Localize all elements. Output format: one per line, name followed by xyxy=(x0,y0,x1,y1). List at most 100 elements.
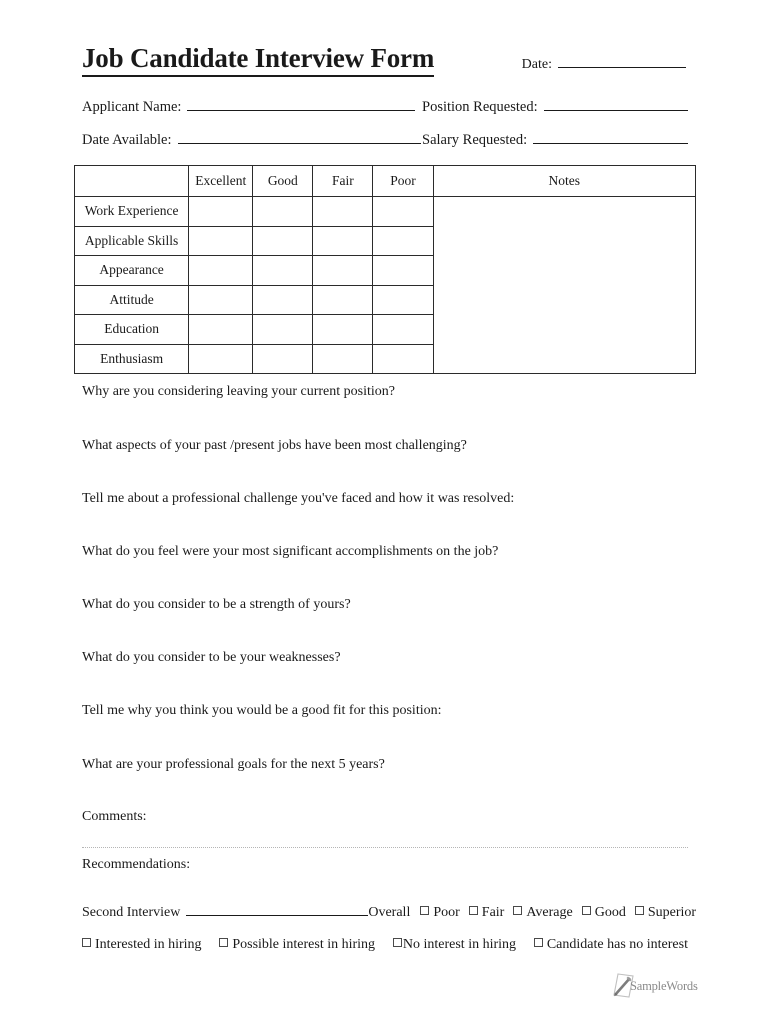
salary-requested-label: Salary Requested: xyxy=(422,132,528,148)
hiring-option-possible-interest[interactable]: Possible interest in hiring xyxy=(219,937,375,953)
overall-option-average[interactable]: Average xyxy=(513,905,573,921)
position-requested-field: Position Requested: xyxy=(422,99,688,116)
cell-applicable-skills-good[interactable] xyxy=(252,225,314,256)
table-header-row: Excellent Good Fair Poor Notes xyxy=(73,165,697,197)
question-1: Why are you considering leaving your cur… xyxy=(82,384,395,399)
cell-enthusiasm-poor[interactable] xyxy=(372,343,434,374)
overall-option-good-label: Good xyxy=(594,905,626,920)
cell-appearance-fair[interactable] xyxy=(312,255,374,286)
date-available-input-line[interactable] xyxy=(177,143,421,144)
row-label-applicable-skills: Applicable Skills xyxy=(73,225,190,256)
cell-applicable-skills-fair[interactable] xyxy=(312,225,374,256)
date-label: Date: xyxy=(521,57,552,73)
question-2: What aspects of your past /present jobs … xyxy=(82,438,467,453)
cell-attitude-good[interactable] xyxy=(252,284,314,315)
hiring-option-candidate-no-interest[interactable]: Candidate has no interest xyxy=(533,937,688,953)
date-available-field: Date Available: xyxy=(82,132,422,149)
column-header-poor: Poor xyxy=(372,165,434,197)
date-input-line[interactable] xyxy=(558,67,686,69)
cell-education-fair[interactable] xyxy=(312,314,374,345)
question-5: What do you consider to be a strength of… xyxy=(82,597,351,612)
applicant-name-input-line[interactable] xyxy=(187,110,416,111)
checkbox-icon[interactable] xyxy=(219,938,229,947)
cell-enthusiasm-good[interactable] xyxy=(252,343,314,374)
table-row: Work Experience xyxy=(73,196,697,374)
column-header-blank xyxy=(73,165,190,197)
cell-applicable-skills-excellent[interactable] xyxy=(188,225,254,256)
cell-attitude-poor[interactable] xyxy=(372,284,434,315)
checkbox-icon[interactable] xyxy=(392,938,402,947)
hiring-option-candidate-no-interest-label: Candidate has no interest xyxy=(546,937,688,952)
question-7: Tell me why you think you would be a goo… xyxy=(82,703,442,718)
position-requested-input-line[interactable] xyxy=(543,110,688,111)
cell-appearance-poor[interactable] xyxy=(372,255,434,286)
cell-education-excellent[interactable] xyxy=(188,314,254,345)
cell-enthusiasm-excellent[interactable] xyxy=(188,343,254,374)
cell-work-experience-excellent[interactable] xyxy=(188,196,254,227)
hiring-option-interested[interactable]: Interested in hiring xyxy=(82,937,202,953)
overall-option-fair-label: Fair xyxy=(481,905,505,920)
salary-requested-field: Salary Requested: xyxy=(422,132,688,149)
row-label-attitude: Attitude xyxy=(73,284,190,315)
checkbox-icon[interactable] xyxy=(581,906,591,915)
form-header: Job Candidate Interview Form Date: xyxy=(82,44,688,78)
column-header-fair: Fair xyxy=(312,165,374,197)
column-header-notes: Notes xyxy=(432,165,697,197)
hiring-option-no-interest-label: No interest in hiring xyxy=(402,937,517,952)
applicant-info-row-1: Applicant Name: Position Requested: xyxy=(82,99,688,116)
section-divider xyxy=(82,847,688,848)
row-label-education: Education xyxy=(73,314,190,345)
cell-work-experience-poor[interactable] xyxy=(372,196,434,227)
cell-work-experience-good[interactable] xyxy=(252,196,314,227)
date-available-label: Date Available: xyxy=(82,132,172,148)
overall-label: Overall xyxy=(368,905,411,920)
hiring-option-possible-interest-label: Possible interest in hiring xyxy=(232,937,376,952)
date-field-group: Date: xyxy=(522,57,686,77)
overall-rating-group: Overall Poor Fair Average Good Superior xyxy=(368,905,696,921)
page-title: Job Candidate Interview Form xyxy=(82,44,434,78)
overall-option-poor[interactable]: Poor xyxy=(420,905,460,921)
checkbox-icon[interactable] xyxy=(420,906,430,915)
hiring-interest-row: Interested in hiring Possible interest i… xyxy=(82,937,688,953)
overall-option-fair[interactable]: Fair xyxy=(468,905,505,921)
recommendations-label: Recommendations: xyxy=(82,857,191,872)
checkbox-icon[interactable] xyxy=(634,906,644,915)
second-interview-field: Second Interview xyxy=(82,905,369,921)
cell-attitude-excellent[interactable] xyxy=(188,284,254,315)
row-label-enthusiasm: Enthusiasm xyxy=(73,343,190,374)
question-4: What do you feel were your most signific… xyxy=(82,544,499,559)
overall-option-superior[interactable]: Superior xyxy=(634,905,697,921)
hiring-option-interested-label: Interested in hiring xyxy=(95,937,202,952)
cell-appearance-good[interactable] xyxy=(252,255,314,286)
second-interview-input-line[interactable] xyxy=(186,915,369,916)
cell-applicable-skills-poor[interactable] xyxy=(372,225,434,256)
hiring-option-no-interest[interactable]: No interest in hiring xyxy=(392,937,517,953)
overall-option-average-label: Average xyxy=(526,905,573,920)
checkbox-icon[interactable] xyxy=(468,906,478,915)
watermark-logo: SampleWords xyxy=(610,972,705,1000)
checkbox-icon[interactable] xyxy=(533,938,543,947)
cell-attitude-fair[interactable] xyxy=(312,284,374,315)
cell-enthusiasm-fair[interactable] xyxy=(312,343,374,374)
cell-notes[interactable] xyxy=(432,196,697,374)
overall-option-superior-label: Superior xyxy=(647,905,697,920)
checkbox-icon[interactable] xyxy=(513,906,523,915)
cell-education-poor[interactable] xyxy=(372,314,434,345)
applicant-name-label: Applicant Name: xyxy=(82,99,182,115)
second-interview-row: Second Interview Overall Poor Fair Avera… xyxy=(82,905,696,921)
overall-option-good[interactable]: Good xyxy=(581,905,626,921)
salary-requested-input-line[interactable] xyxy=(533,143,688,144)
overall-option-poor-label: Poor xyxy=(433,905,460,920)
question-8: What are your professional goals for the… xyxy=(82,757,385,772)
checkbox-icon[interactable] xyxy=(82,938,91,947)
applicant-name-field: Applicant Name: xyxy=(82,99,422,116)
cell-work-experience-fair[interactable] xyxy=(312,196,374,227)
cell-education-good[interactable] xyxy=(252,314,314,345)
column-header-good: Good xyxy=(252,165,314,197)
rating-table: Excellent Good Fair Poor Notes Work Expe… xyxy=(73,165,697,374)
question-3: Tell me about a professional challenge y… xyxy=(82,491,515,506)
position-requested-label: Position Requested: xyxy=(422,99,538,115)
watermark-text: SampleWords xyxy=(630,978,698,993)
row-label-appearance: Appearance xyxy=(73,255,190,286)
cell-appearance-excellent[interactable] xyxy=(188,255,254,286)
